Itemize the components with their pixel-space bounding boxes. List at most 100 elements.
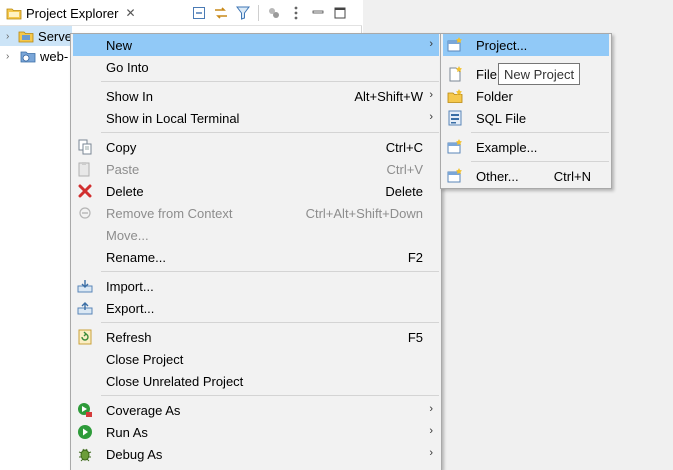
focus-icon[interactable] <box>265 4 283 22</box>
menu-separator <box>101 81 439 82</box>
menu-item-close-project[interactable]: Close Project <box>73 348 439 370</box>
submenu-arrow-icon: › <box>429 447 433 459</box>
menu-item-label: Move... <box>106 228 149 243</box>
menu-item-debug-as[interactable]: Debug As › <box>73 443 439 465</box>
new-folder-icon <box>447 88 463 104</box>
toolbar-separator <box>258 5 259 21</box>
view-menu-icon[interactable] <box>287 4 305 22</box>
tooltip: New Project <box>498 63 581 85</box>
menu-item-label: Coverage As <box>106 403 181 418</box>
menu-item-label: Copy <box>106 140 137 155</box>
submenu-item-sql-file[interactable]: SQL File <box>443 107 609 129</box>
menu-item-show-in[interactable]: Show In Alt+Shift+W › <box>73 85 439 107</box>
submenu-arrow-icon: › <box>429 38 433 50</box>
submenu-arrow-icon: › <box>429 111 433 123</box>
menu-item-label: Folder <box>476 89 513 104</box>
web-project-icon <box>20 49 36 63</box>
expand-arrow-icon[interactable]: › <box>6 31 14 42</box>
menu-item-rename[interactable]: Rename... F2 <box>73 246 439 268</box>
menu-separator <box>471 161 609 162</box>
menu-item-label: Debug As <box>106 447 163 462</box>
new-file-icon <box>447 66 463 82</box>
tree-item-label: web- <box>40 48 69 64</box>
menu-item-shortcut: Ctrl+V <box>386 162 423 177</box>
tree-item-web-project[interactable]: › web- <box>0 46 72 66</box>
menu-item-delete[interactable]: Delete Delete <box>73 180 439 202</box>
menu-item-label: Project... <box>476 38 528 53</box>
minimize-icon[interactable] <box>309 4 327 22</box>
menu-item-move[interactable]: Move... <box>73 224 439 246</box>
remove-context-icon <box>77 205 93 221</box>
menu-item-new[interactable]: New › <box>73 34 439 56</box>
submenu-item-example[interactable]: Example... <box>443 136 609 158</box>
delete-icon <box>77 183 93 199</box>
menu-item-shortcut: Ctrl+C <box>385 140 423 155</box>
sql-file-icon <box>447 110 463 126</box>
project-explorer-tab[interactable]: Project Explorer ✕ <box>0 0 136 26</box>
run-icon <box>77 424 93 440</box>
menu-item-refresh[interactable]: Refresh F5 <box>73 326 439 348</box>
menu-item-label: Show In <box>106 89 153 104</box>
menu-item-label: Show in Local Terminal <box>106 111 240 126</box>
view-header: Project Explorer ✕ <box>0 0 362 26</box>
submenu-item-other[interactable]: Other... Ctrl+N <box>443 165 609 187</box>
close-icon[interactable]: ✕ <box>124 6 136 20</box>
menu-item-close-unrelated-project[interactable]: Close Unrelated Project <box>73 370 439 392</box>
menu-separator <box>101 395 439 396</box>
menu-item-label: Import... <box>106 279 154 294</box>
servers-folder-icon <box>18 29 34 43</box>
submenu-arrow-icon: › <box>429 403 433 415</box>
menu-separator <box>101 271 439 272</box>
menu-separator <box>101 132 439 133</box>
menu-item-run-as[interactable]: Run As › <box>73 421 439 443</box>
copy-icon <box>77 139 93 155</box>
menu-item-label: Refresh <box>106 330 152 345</box>
menu-separator <box>471 132 609 133</box>
expand-arrow-icon[interactable]: › <box>6 51 16 62</box>
menu-separator <box>101 322 439 323</box>
menu-item-go-into[interactable]: Go Into <box>73 56 439 78</box>
refresh-icon <box>77 329 93 345</box>
menu-item-label: Example... <box>476 140 538 155</box>
menu-item-shortcut: Delete <box>385 184 423 199</box>
view-title: Project Explorer <box>26 5 119 21</box>
menu-item-copy[interactable]: Copy Ctrl+C <box>73 136 439 158</box>
maximize-icon[interactable] <box>331 4 349 22</box>
menu-item-shortcut: Alt+Shift+W <box>354 89 423 104</box>
project-explorer-icon <box>6 6 22 20</box>
menu-item-label: SQL File <box>476 111 527 126</box>
collapse-all-icon[interactable] <box>190 4 208 22</box>
menu-item-label: Rename... <box>106 250 166 265</box>
submenu-item-folder[interactable]: Folder <box>443 85 609 107</box>
paste-icon <box>77 161 93 177</box>
submenu-item-project[interactable]: Project... <box>443 34 609 56</box>
menu-item-label: File <box>476 67 497 82</box>
menu-item-label: Remove from Context <box>106 206 233 221</box>
debug-icon <box>77 446 93 462</box>
menu-item-shortcut: F5 <box>407 330 423 345</box>
context-menu: New › Go Into Show In Alt+Shift+W › Show… <box>70 33 442 470</box>
new-project-icon <box>447 37 463 53</box>
menu-item-label: Run As <box>106 425 148 440</box>
menu-item-shortcut: Ctrl+Alt+Shift+Down <box>305 206 423 221</box>
menu-item-shortcut: Ctrl+N <box>553 169 591 184</box>
menu-item-remove-from-context[interactable]: Remove from Context Ctrl+Alt+Shift+Down <box>73 202 439 224</box>
tree-item-label: Serve <box>38 28 72 44</box>
menu-item-label: Go Into <box>106 60 149 75</box>
menu-item-label: Other... <box>476 169 519 184</box>
menu-item-export[interactable]: Export... <box>73 297 439 319</box>
filter-icon[interactable] <box>234 4 252 22</box>
project-tree: › Serve › web- <box>0 26 72 66</box>
tree-item-servers[interactable]: › Serve <box>0 26 72 46</box>
menu-item-show-in-local-terminal[interactable]: Show in Local Terminal › <box>73 107 439 129</box>
menu-item-paste[interactable]: Paste Ctrl+V <box>73 158 439 180</box>
menu-item-label: Close Project <box>106 352 184 367</box>
menu-item-label: Export... <box>106 301 155 316</box>
submenu-arrow-icon: › <box>429 425 433 437</box>
menu-item-coverage-as[interactable]: Coverage As › <box>73 399 439 421</box>
coverage-icon <box>77 402 93 418</box>
menu-item-label: Close Unrelated Project <box>106 374 244 389</box>
export-icon <box>77 300 93 316</box>
link-with-editor-icon[interactable] <box>212 4 230 22</box>
menu-item-import[interactable]: Import... <box>73 275 439 297</box>
